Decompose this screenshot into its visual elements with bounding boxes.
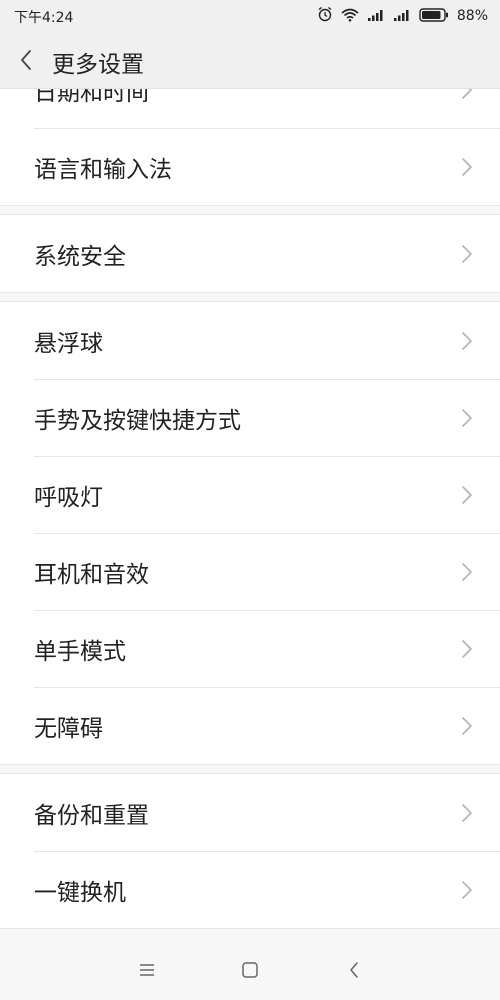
settings-list-inner: 日期和时间语言和输入法 系统安全悬浮球手势及按键快捷方式 呼吸灯耳机和音效单手模式无… <box>0 89 500 929</box>
battery-percent: 88% <box>456 8 488 24</box>
settings-item-label: 手势及按键快捷方式 <box>34 407 241 434</box>
menu-icon <box>140 964 154 976</box>
settings-item-label: 语言和输入法 <box>34 156 172 183</box>
chevron-right-icon <box>462 880 472 899</box>
settings-group: 悬浮球手势及按键快捷方式 呼吸灯耳机和音效单手模式无障碍 <box>0 301 500 765</box>
chevron-right-icon <box>462 639 472 658</box>
menu-button[interactable] <box>134 957 160 983</box>
home-icon <box>242 962 258 978</box>
settings-item-label: 呼吸灯 <box>34 484 103 511</box>
signal-icon <box>393 7 411 26</box>
back-button[interactable] <box>10 44 42 76</box>
battery-icon <box>419 7 449 26</box>
back-icon <box>350 962 358 978</box>
alarm-icon <box>317 6 333 26</box>
settings-item[interactable]: 呼吸灯 <box>0 456 500 533</box>
settings-item-label: 日期和时间 <box>34 89 149 106</box>
nav-bar <box>0 939 500 1000</box>
chevron-right-icon <box>462 803 472 822</box>
chevron-right-icon <box>462 157 472 176</box>
settings-item[interactable]: 一键换机 <box>0 851 500 928</box>
chevron-right-icon <box>462 485 472 504</box>
settings-item[interactable]: 语言和输入法 <box>0 128 500 205</box>
chevron-right-icon <box>462 244 472 263</box>
status-bar: 下午4:24 88% <box>0 0 500 32</box>
chevron-right-icon <box>462 716 472 735</box>
settings-item[interactable]: 手势及按键快捷方式 <box>0 379 500 456</box>
status-icons: 88% <box>317 6 488 26</box>
signal-icon <box>367 7 385 26</box>
status-time: 下午4:24 <box>14 10 74 26</box>
settings-item-label: 单手模式 <box>34 638 126 665</box>
page-title: 更多设置 <box>52 52 144 78</box>
settings-item-label: 系统安全 <box>34 243 126 270</box>
settings-group: 日期和时间语言和输入法 <box>0 89 500 206</box>
settings-item-label: 备份和重置 <box>34 802 149 829</box>
chevron-right-icon <box>462 562 472 581</box>
chevron-right-icon <box>462 408 472 427</box>
wifi-icon <box>341 7 359 26</box>
settings-group: 系统安全 <box>0 214 500 293</box>
settings-item-label: 无障碍 <box>34 715 103 742</box>
settings-item[interactable]: 备份和重置 <box>0 774 500 851</box>
chevron-right-icon <box>462 89 472 99</box>
settings-item[interactable]: 耳机和音效 <box>0 533 500 610</box>
settings-list[interactable]: 日期和时间语言和输入法 系统安全悬浮球手势及按键快捷方式 呼吸灯耳机和音效单手模式无… <box>0 89 500 939</box>
home-button[interactable] <box>237 957 263 983</box>
settings-item-label: 悬浮球 <box>34 330 103 357</box>
back-chevron-icon <box>21 50 31 70</box>
settings-item[interactable]: 系统安全 <box>0 215 500 292</box>
settings-item-label: 一键换机 <box>34 879 126 906</box>
back-nav-button[interactable] <box>341 957 367 983</box>
settings-item[interactable]: 悬浮球 <box>0 302 500 379</box>
settings-item-label: 耳机和音效 <box>34 561 149 588</box>
header: 更多设置 <box>0 32 500 89</box>
settings-group: 备份和重置 一键换机 <box>0 773 500 929</box>
settings-item[interactable]: 日期和时间 <box>0 89 500 128</box>
chevron-right-icon <box>462 331 472 350</box>
settings-item[interactable]: 单手模式 <box>0 610 500 687</box>
settings-item[interactable]: 无障碍 <box>0 687 500 764</box>
screen: 下午4:24 88% 更多设置 日期和时间 语言和输入法 系统安全 悬浮球 手势… <box>0 0 500 1000</box>
